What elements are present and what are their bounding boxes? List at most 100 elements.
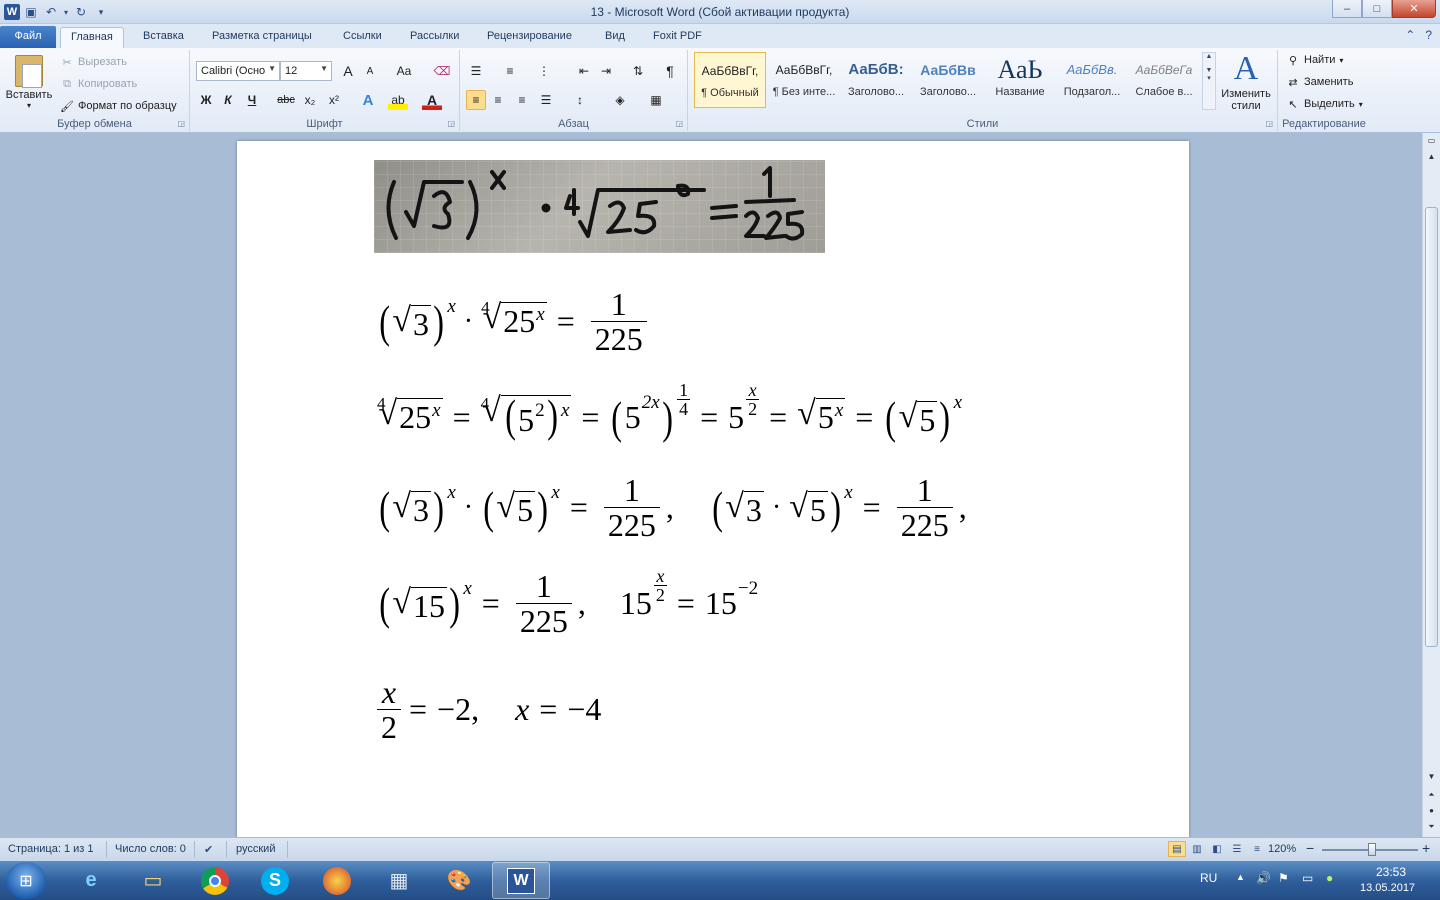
shading-icon[interactable]: ◈ bbox=[610, 90, 630, 110]
scroll-up-icon[interactable]: ▲ bbox=[1423, 149, 1440, 165]
align-right-icon[interactable]: ≡ bbox=[512, 90, 532, 110]
word-count[interactable]: Число слов: 0 bbox=[115, 843, 186, 855]
next-page-icon[interactable]: ⏷ bbox=[1423, 819, 1440, 835]
justify-icon[interactable]: ☰ bbox=[536, 90, 556, 110]
strikethrough-button[interactable]: abc bbox=[276, 90, 296, 110]
browse-object-icon[interactable]: ● bbox=[1423, 803, 1440, 819]
scroll-down-icon[interactable]: ▼ bbox=[1423, 769, 1440, 785]
numbering-icon[interactable]: ≡ bbox=[500, 61, 520, 81]
calculator-icon[interactable]: ▦ bbox=[370, 862, 428, 899]
tab-file[interactable]: Файл bbox=[0, 26, 56, 48]
font-color-button[interactable]: A bbox=[422, 90, 442, 110]
tab-home[interactable]: Главная bbox=[60, 27, 124, 48]
zoom-out-button[interactable]: − bbox=[1306, 840, 1314, 856]
decrease-indent-icon[interactable]: ⇤ bbox=[574, 61, 594, 81]
tab-references[interactable]: Ссылки bbox=[333, 27, 392, 48]
previous-page-icon[interactable]: ⏶ bbox=[1423, 787, 1440, 803]
equation-3[interactable]: (√ 3) x · (√ 5) x = 1 225, (√ 3 · √ 5) x = 1 225, bbox=[377, 473, 966, 542]
task-photo[interactable] bbox=[374, 160, 825, 253]
style-heading-1[interactable]: АаБбВ: Заголово... bbox=[840, 52, 912, 108]
grow-font-button[interactable]: A bbox=[338, 61, 358, 81]
sort-icon[interactable]: ⇅ bbox=[628, 61, 648, 81]
line-spacing-icon[interactable]: ↕ bbox=[570, 90, 590, 110]
find-button[interactable]: ⚲ Найти ▾ bbox=[1286, 53, 1343, 67]
start-button[interactable]: ⊞ bbox=[6, 862, 46, 899]
print-layout-view-icon[interactable]: ▤ bbox=[1168, 841, 1186, 857]
battery-icon[interactable]: ● bbox=[1326, 871, 1333, 885]
show-marks-button[interactable]: ¶ bbox=[660, 61, 680, 81]
clear-formatting-icon[interactable]: ⌫ bbox=[432, 61, 452, 81]
maximize-button[interactable]: □ bbox=[1362, 0, 1392, 18]
full-screen-reading-view-icon[interactable]: ▥ bbox=[1188, 841, 1206, 857]
equation-1[interactable]: ( √ 3 ) x · 4 √ 25x = 1 225 bbox=[377, 287, 653, 356]
subscript-button[interactable]: x₂ bbox=[300, 90, 320, 110]
clipboard-launcher-icon[interactable]: ◲ bbox=[177, 119, 185, 128]
superscript-button[interactable]: x² bbox=[324, 90, 344, 110]
style-normal[interactable]: АаБбВвГг, ¶ Обычный bbox=[694, 52, 766, 108]
equation-5[interactable]: x2 = −2, x = −4 bbox=[377, 675, 601, 744]
bold-button[interactable]: Ж bbox=[196, 90, 216, 110]
text-effects-button[interactable]: A bbox=[358, 90, 378, 110]
change-case-button[interactable]: Aa bbox=[390, 61, 418, 81]
font-size-combo[interactable]: 12 ▼ bbox=[280, 61, 332, 81]
change-styles-button[interactable]: A Изменить стили bbox=[1218, 50, 1274, 112]
replace-button[interactable]: ⇄ Заменить bbox=[1286, 75, 1353, 89]
tab-page-layout[interactable]: Разметка страницы bbox=[202, 27, 322, 48]
multilevel-list-icon[interactable]: ⋮ bbox=[534, 61, 554, 81]
page-count[interactable]: Страница: 1 из 1 bbox=[8, 843, 94, 855]
skype-icon[interactable]: S bbox=[246, 862, 304, 899]
copy-button[interactable]: ⧉ Копировать bbox=[60, 77, 137, 91]
style-subtle-emphasis[interactable]: АаБбВеГа Слабое в... bbox=[1128, 52, 1200, 108]
italic-button[interactable]: К bbox=[218, 90, 238, 110]
minimize-button[interactable]: – bbox=[1332, 0, 1362, 18]
format-painter-button[interactable]: 🖌 Формат по образцу bbox=[60, 99, 177, 113]
highlight-button[interactable]: ab bbox=[388, 90, 408, 110]
help-icon[interactable]: ? bbox=[1425, 28, 1432, 42]
style-subtitle[interactable]: АаБбВв. Подзагол... bbox=[1056, 52, 1128, 108]
shrink-font-button[interactable]: A bbox=[360, 61, 380, 81]
tab-mailings[interactable]: Рассылки bbox=[400, 27, 469, 48]
style-heading-2[interactable]: АаБбВв Заголово... bbox=[912, 52, 984, 108]
document-page[interactable]: ( √ 3 ) x · 4 √ 25x = 1 225 4 √ 25x = 4 √ (52)… bbox=[237, 141, 1189, 837]
clock-date[interactable]: 13.05.2017 bbox=[1360, 882, 1415, 894]
font-launcher-icon[interactable]: ◲ bbox=[447, 119, 455, 128]
bullets-icon[interactable]: ☰ bbox=[466, 61, 486, 81]
draft-view-icon[interactable]: ≡ bbox=[1248, 841, 1266, 857]
style-gallery-scroll[interactable]: ▲ ▼ ▾ bbox=[1202, 52, 1216, 110]
zoom-level[interactable]: 120% bbox=[1268, 843, 1296, 855]
ruler-toggle-icon[interactable]: ▭ bbox=[1423, 133, 1440, 149]
cut-button[interactable]: ✂ Вырезать bbox=[60, 55, 127, 69]
font-name-combo[interactable]: Calibri (Осно ▼ bbox=[196, 61, 280, 81]
chrome-icon[interactable] bbox=[186, 862, 244, 899]
tab-foxit-pdf[interactable]: Foxit PDF bbox=[643, 27, 712, 48]
underline-button[interactable]: Ч bbox=[242, 90, 262, 110]
minimize-ribbon-icon[interactable]: ⌃ bbox=[1405, 28, 1415, 42]
web-layout-view-icon[interactable]: ◧ bbox=[1208, 841, 1226, 857]
paragraph-launcher-icon[interactable]: ◲ bbox=[675, 119, 683, 128]
internet-explorer-icon[interactable]: e bbox=[62, 862, 120, 899]
tab-insert[interactable]: Вставка bbox=[133, 27, 194, 48]
word-taskbar-icon[interactable]: W bbox=[492, 862, 550, 899]
equation-2[interactable]: 4 √ 25x = 4 √ (52) x = (5 2x) 14 = 5 x2 = √ 5… bbox=[377, 381, 962, 444]
volume-icon[interactable]: 🔊 bbox=[1256, 871, 1271, 885]
language-indicator[interactable]: русский bbox=[236, 843, 275, 855]
show-hidden-icons-icon[interactable]: ▲ bbox=[1236, 872, 1245, 882]
select-button[interactable]: ↖ Выделить ▾ bbox=[1286, 97, 1362, 111]
tab-view[interactable]: Вид bbox=[595, 27, 635, 48]
zoom-slider-thumb[interactable] bbox=[1368, 843, 1376, 856]
increase-indent-icon[interactable]: ⇥ bbox=[596, 61, 616, 81]
vertical-scrollbar[interactable]: ▭ ▲ ▼ ⏶ ● ⏷ bbox=[1422, 133, 1440, 837]
scroll-thumb[interactable] bbox=[1425, 207, 1438, 647]
close-button[interactable]: ✕ bbox=[1392, 0, 1436, 18]
style-no-spacing[interactable]: АаБбВвГг, ¶ Без инте... bbox=[768, 52, 840, 108]
style-title[interactable]: АаЬ Название bbox=[984, 52, 1056, 108]
proofing-icon[interactable]: ✔ bbox=[204, 843, 213, 856]
network-icon[interactable]: ▭ bbox=[1302, 871, 1313, 885]
align-left-icon[interactable]: ≡ bbox=[466, 90, 486, 110]
borders-icon[interactable]: ▦ bbox=[646, 90, 666, 110]
styles-launcher-icon[interactable]: ◲ bbox=[1265, 119, 1273, 128]
tab-review[interactable]: Рецензирование bbox=[477, 27, 582, 48]
document-area[interactable]: ( √ 3 ) x · 4 √ 25x = 1 225 4 √ 25x = 4 √ (52)… bbox=[0, 133, 1422, 837]
paste-button[interactable]: Вставить ▾ bbox=[4, 53, 54, 113]
app-icon[interactable] bbox=[308, 862, 366, 899]
